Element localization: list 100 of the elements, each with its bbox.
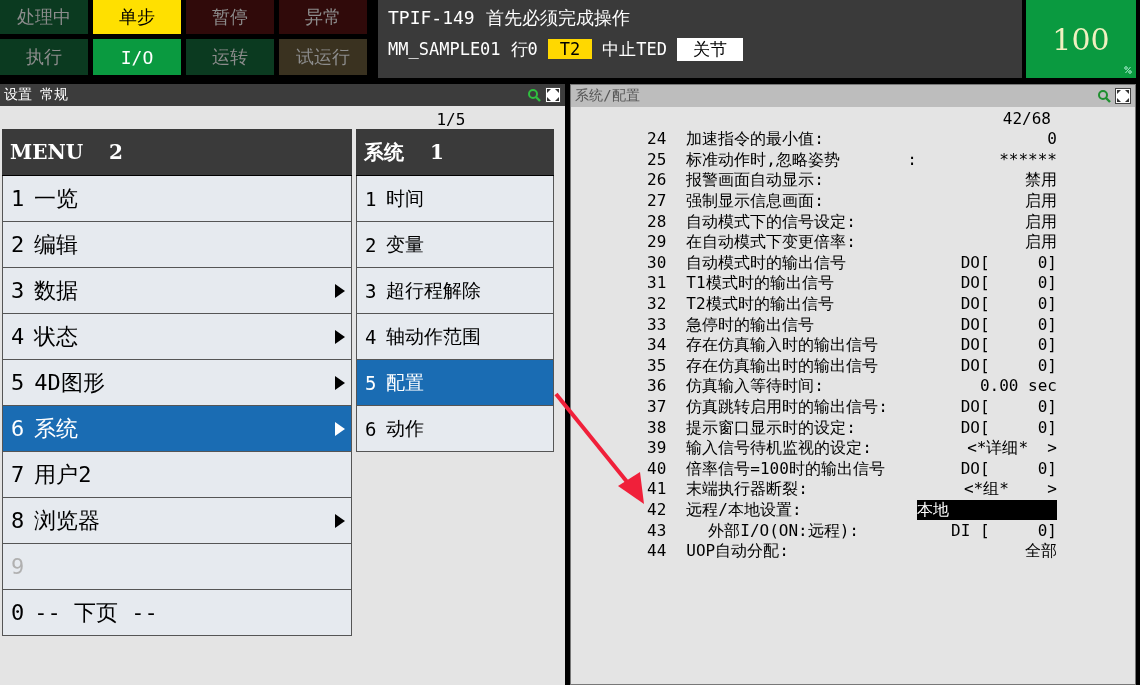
setting-value[interactable]: DO[ 0] [917, 417, 1057, 438]
setting-label: 远程/本地设置: [685, 500, 803, 520]
item-number: 32 [646, 294, 667, 315]
setting-value[interactable]: 0.00 sec [917, 376, 1057, 397]
setting-value[interactable]: DO[ 0] [917, 458, 1057, 479]
maximize-icon[interactable] [1115, 88, 1131, 104]
setting-label: 自动模式时的输出信号 [685, 252, 848, 273]
item-number: 30 [646, 252, 667, 273]
setting-label: 仿真输入等待时间: [685, 376, 825, 397]
status-indicator: 试运行 [279, 39, 367, 75]
setting-label: 强制显示信息画面: [685, 191, 825, 212]
program-name: MM_SAMPLE01 [388, 39, 501, 59]
setting-value[interactable]: DO[ 0] [917, 273, 1057, 294]
setting-value[interactable]: DO[ 0] [917, 294, 1057, 315]
setting-label: UOP自动分配: [685, 541, 790, 562]
item-number: 27 [646, 191, 667, 212]
setting-value[interactable]: DO[ 0] [917, 355, 1057, 376]
menu-item[interactable]: 4 状态 [2, 314, 352, 360]
page-indicator: 42/68 [1001, 109, 1052, 129]
menu-item[interactable]: 7 用户2 [2, 452, 352, 498]
status-indicator: 暂停 [186, 0, 274, 34]
setting-value[interactable]: 全部 [917, 541, 1057, 562]
mode-badge: T2 [547, 39, 593, 59]
menu-item[interactable]: 6 系统 [2, 406, 352, 452]
setting-label: 报警画面自动显示: [685, 170, 825, 191]
status-indicator: 运转 [186, 39, 274, 75]
item-number: 34 [646, 335, 667, 356]
status-indicator: 单步 [93, 0, 181, 34]
item-number: 44 [646, 541, 667, 562]
menu-item[interactable]: 3 数据 [2, 268, 352, 314]
submenu-item[interactable]: 4 轴动作范围 [356, 314, 554, 360]
menu-item[interactable]: 0 -- 下页 -- [2, 590, 352, 636]
setting-label: 提示窗口显示时的设定: [685, 417, 857, 438]
setting-value[interactable]: DO[ 0] [917, 335, 1057, 356]
item-number: 31 [646, 273, 667, 294]
menu-item[interactable]: 5 4D图形 [2, 360, 352, 406]
setting-label: 加速指令的最小值: [685, 129, 825, 150]
setting-label: 急停时的输出信号 [685, 314, 816, 335]
setting-value[interactable]: <*组* > [917, 479, 1057, 500]
submenu-item[interactable]: 3 超行程解除 [356, 268, 554, 314]
menu-item[interactable]: 1 一览 [2, 176, 352, 222]
item-number: 37 [646, 397, 667, 417]
setting-value[interactable]: 0 [917, 129, 1057, 150]
item-number: 42 [646, 500, 667, 520]
submenu-title: 系统 [364, 138, 404, 166]
coordinate-badge: 关节 [677, 37, 744, 61]
setting-value[interactable]: 本地 [917, 500, 1057, 520]
item-number: 33 [646, 314, 667, 335]
setting-value[interactable]: DO[ 0] [917, 314, 1057, 335]
menu-item[interactable]: 2 编辑 [2, 222, 352, 268]
zoom-icon[interactable] [527, 88, 542, 102]
submenu-item[interactable]: 2 变量 [356, 222, 554, 268]
menu-title: MENU [10, 140, 84, 164]
item-number: 38 [646, 417, 667, 438]
line-number: 行0 [510, 37, 538, 61]
pane-title: 设置 常规 [4, 86, 69, 104]
setting-label: 自动模式下的信号设定: [685, 211, 857, 232]
menu-page: 2 [109, 140, 124, 164]
status-indicator: 处理中 [0, 0, 88, 34]
setting-label: 外部I/O(ON:远程): [707, 520, 860, 541]
item-number: 24 [646, 129, 667, 150]
setting-label: 输入信号待机监视的设定: [685, 438, 873, 459]
item-number: 35 [646, 355, 667, 376]
submenu-item[interactable]: 6 动作 [356, 406, 554, 452]
setting-label: 倍率信号=100时的输出信号 [685, 458, 886, 479]
program-state: 中止TED [602, 37, 668, 61]
message-text: TPIF-149 首先必须完成操作 [388, 6, 630, 30]
setting-label: 标准动作时,忽略姿势 : [685, 149, 917, 170]
setting-label: 仿真跳转启用时的输出信号: [685, 397, 889, 417]
setting-value[interactable]: <*详细* > [917, 438, 1057, 459]
setting-label: 存在仿真输出时的输出信号 [685, 355, 880, 376]
setting-value[interactable]: DO[ 0] [917, 252, 1057, 273]
status-indicator: 异常 [279, 0, 367, 34]
submenu-page: 1 [430, 140, 444, 164]
item-number: 39 [646, 438, 667, 459]
override-display: 100 [1026, 0, 1136, 78]
submenu-item[interactable]: 1 时间 [356, 176, 554, 222]
percent-icon [1124, 66, 1132, 74]
item-number: 36 [646, 376, 667, 397]
menu-item[interactable]: 8 浏览器 [2, 498, 352, 544]
item-number: 26 [646, 170, 667, 191]
maximize-icon[interactable] [545, 87, 562, 103]
item-number: 41 [646, 479, 667, 500]
setting-value[interactable]: DO[ 0] [917, 397, 1057, 417]
setting-label: T1模式时的输出信号 [685, 273, 835, 294]
item-number: 25 [646, 149, 667, 170]
status-indicator: I/O [93, 39, 181, 75]
setting-label: T2模式时的输出信号 [685, 294, 835, 315]
setting-value[interactable]: 启用 [917, 211, 1057, 232]
setting-value[interactable]: DI [ 0] [917, 520, 1057, 541]
item-number: 29 [646, 232, 667, 253]
submenu-item[interactable]: 5 配置 [356, 360, 554, 406]
setting-value[interactable]: ****** [917, 149, 1057, 170]
setting-value[interactable]: 启用 [917, 191, 1057, 212]
pane-title: 系统/配置 [575, 87, 640, 105]
setting-label: 在自动模式下变更倍率: [685, 232, 857, 253]
setting-value[interactable]: 启用 [917, 232, 1057, 253]
setting-value[interactable]: 禁用 [917, 170, 1057, 191]
status-indicator: 执行 [0, 39, 88, 75]
setting-label: 存在仿真输入时的输出信号 [685, 335, 880, 356]
